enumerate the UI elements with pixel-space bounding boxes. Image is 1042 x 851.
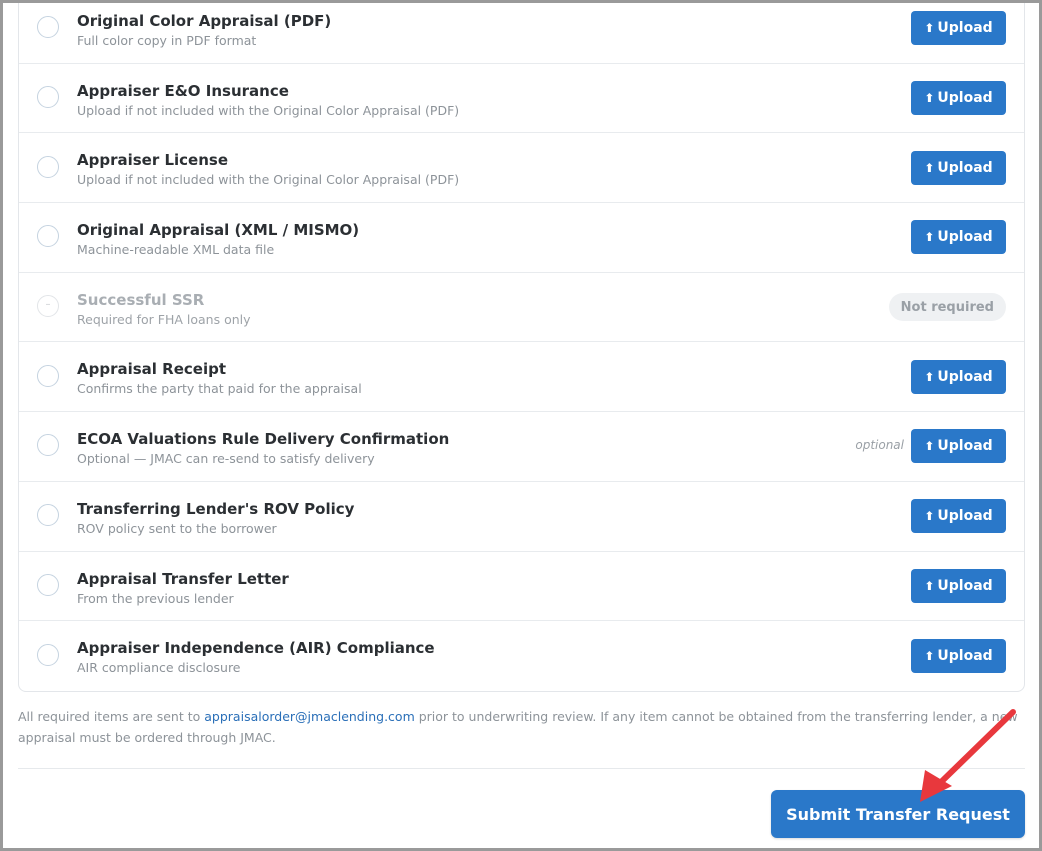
document-row: Transferring Lender's ROV Policy ROV poli… — [19, 482, 1024, 552]
upload-button[interactable]: ⬆ Upload — [911, 499, 1006, 534]
upload-label: Upload — [937, 159, 993, 176]
upload-arrow-icon: ⬆ — [924, 649, 935, 664]
upload-label: Upload — [937, 90, 993, 107]
page-frame: Original Color Appraisal (PDF) Full color… — [3, 3, 1039, 848]
upload-label: Upload — [937, 229, 993, 246]
pending-status-icon — [37, 504, 59, 527]
document-row: Appraisal Transfer Letter From the previo… — [19, 552, 1024, 622]
optional-tag: optional — [855, 438, 904, 453]
document-title: ECOA Valuations Rule Delivery Confirmati… — [77, 430, 450, 449]
document-subtitle: Upload if not included with the Original… — [77, 102, 460, 118]
document-title: Original Appraisal (XML / MISMO) — [77, 221, 360, 240]
upload-arrow-icon: ⬆ — [924, 230, 935, 245]
document-subtitle: From the previous lender — [77, 590, 234, 606]
document-title: Appraisal Transfer Letter — [77, 569, 289, 588]
document-title: Appraiser E&O Insurance — [77, 81, 289, 100]
not-required-badge: Not required — [888, 293, 1006, 322]
pending-status-icon — [37, 364, 59, 387]
upload-button[interactable]: ⬆ Upload — [911, 568, 1006, 603]
upload-arrow-icon: ⬆ — [924, 578, 935, 593]
document-row: Appraiser License Upload if not included … — [19, 133, 1024, 204]
document-row: Appraiser Independence (AIR) Compliance A… — [19, 621, 1024, 691]
document-row: Appraiser E&O Insurance Upload if not inc… — [19, 64, 1024, 134]
upload-arrow-icon: ⬆ — [924, 160, 935, 175]
footnote-text-before: All required items are sent to — [18, 709, 205, 724]
pending-status-icon — [37, 225, 59, 248]
upload-button[interactable]: ⬆ Upload — [911, 150, 1006, 185]
document-title: Appraisal Receipt — [77, 360, 226, 379]
upload-button[interactable]: ⬆ Upload — [911, 220, 1006, 255]
upload-arrow-icon: ⬆ — [924, 439, 935, 454]
document-subtitle: Full color copy in PDF format — [77, 33, 257, 48]
document-subtitle: AIR compliance disclosure — [77, 660, 241, 676]
upload-label: Upload — [937, 368, 993, 385]
upload-button[interactable]: ⬆ Upload — [911, 81, 1006, 116]
document-row: ECOA Valuations Rule Delivery Confirmati… — [19, 412, 1024, 482]
upload-label: Upload — [937, 508, 993, 525]
upload-label: Upload — [937, 438, 993, 455]
document-subtitle: ROV policy sent to the borrower — [77, 520, 277, 536]
document-row: Original Appraisal (XML / MISMO) Machine-… — [19, 203, 1024, 273]
document-title: Appraiser Independence (AIR) Compliance — [77, 639, 435, 658]
upload-arrow-icon: ⬆ — [924, 509, 935, 524]
pending-status-icon — [37, 434, 59, 457]
upload-button[interactable]: ⬆ Upload — [911, 639, 1006, 674]
pending-status-icon — [37, 155, 59, 178]
pending-status-icon — [37, 644, 59, 667]
pending-status-icon — [37, 573, 59, 596]
upload-arrow-icon: ⬆ — [924, 369, 935, 384]
document-subtitle: Machine-readable XML data file — [77, 242, 275, 258]
upload-button[interactable]: ⬆ Upload — [911, 429, 1006, 464]
document-row: Original Color Appraisal (PDF) Full color… — [19, 3, 1024, 64]
upload-label: Upload — [937, 577, 993, 594]
document-title: Transferring Lender's ROV Policy — [77, 499, 355, 518]
not-required-status-icon: – — [37, 295, 59, 318]
document-subtitle: Optional — JMAC can re-send to satisfy d… — [77, 451, 375, 467]
upload-button[interactable]: ⬆ Upload — [911, 11, 1006, 46]
document-title: Appraiser License — [77, 151, 229, 170]
divider — [18, 768, 1025, 769]
document-title: Successful SSR — [77, 290, 205, 309]
upload-arrow-icon: ⬆ — [924, 21, 935, 36]
document-subtitle: Confirms the party that paid for the app… — [77, 381, 362, 397]
footnote: All required items are sent to appraisal… — [18, 706, 1018, 748]
upload-button[interactable]: ⬆ Upload — [911, 359, 1006, 394]
pending-status-icon — [37, 86, 59, 109]
pending-status-icon — [37, 16, 59, 39]
upload-label: Upload — [937, 20, 993, 37]
document-title: Original Color Appraisal (PDF) — [77, 12, 332, 30]
upload-label: Upload — [937, 648, 993, 665]
document-checklist: Original Color Appraisal (PDF) Full color… — [18, 3, 1025, 692]
email-link[interactable]: appraisalorder@jmaclending.com — [204, 709, 414, 724]
upload-arrow-icon: ⬆ — [924, 91, 935, 106]
document-subtitle: Upload if not included with the Original… — [77, 172, 460, 188]
document-subtitle: Required for FHA loans only — [77, 311, 251, 327]
document-row: Appraisal Receipt Confirms the party that… — [19, 342, 1024, 413]
submit-transfer-request-button[interactable]: Submit Transfer Request — [771, 790, 1025, 838]
document-row: – Successful SSR Required for FHA loans on… — [19, 273, 1024, 343]
